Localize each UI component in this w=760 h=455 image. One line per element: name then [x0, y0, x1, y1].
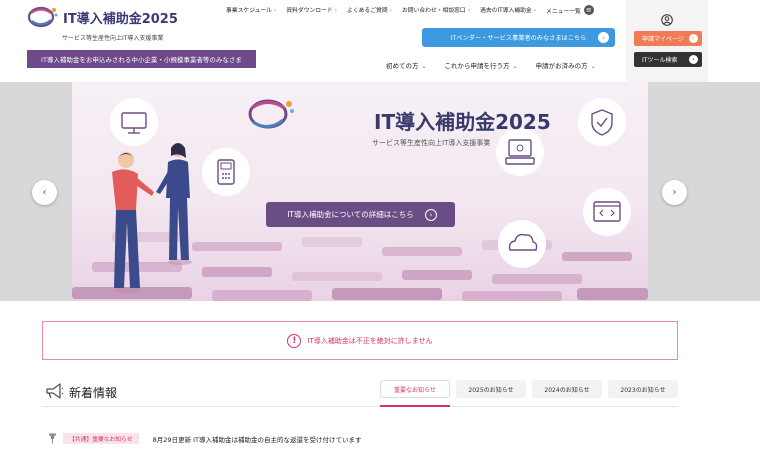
news-heading: 新着情報: [69, 386, 118, 400]
businesswoman-illustration: [156, 143, 192, 265]
fraud-warning-notice[interactable]: ! IT導入補助金は不正を絶対に許しません: [42, 321, 678, 360]
sub-nav-item-applied[interactable]: 申請がお済みの方 ⌄: [536, 60, 596, 70]
shield-check-icon: [578, 98, 626, 146]
payment-terminal-icon: [202, 148, 250, 196]
logo-icon[interactable]: [27, 4, 59, 30]
carousel-next-button[interactable]: ›: [662, 180, 687, 205]
mypage-button[interactable]: 申請マイページ ›: [634, 31, 702, 46]
arrow-right-icon: ›: [689, 34, 698, 43]
hero-banner[interactable]: IT導入補助金2025 サービス等生産性向上IT導入支援事業: [72, 82, 648, 301]
megaphone-icon: [46, 383, 64, 399]
chevron-right-icon: ›: [672, 187, 677, 198]
sub-nav-item-applying[interactable]: これから申請を行う方 ⌄: [445, 60, 518, 70]
logo-subtitle: サービス等生産性向上IT導入支援事業: [62, 35, 164, 42]
top-nav-item-contact[interactable]: お問い合わせ・相談窓口 ›: [402, 5, 470, 15]
hero-title: IT導入補助金2025: [374, 110, 551, 134]
menu-icon: ≡: [583, 5, 594, 15]
carousel-prev-button[interactable]: ‹: [32, 180, 57, 205]
arrow-right-icon: ›: [598, 32, 609, 43]
tab-2023[interactable]: 2023のお知らせ: [608, 380, 678, 398]
arrow-right-icon: ›: [425, 209, 437, 221]
hero-illustration: [72, 98, 648, 301]
code-window-icon: [583, 188, 631, 236]
tab-2024[interactable]: 2024のお知らせ: [532, 380, 602, 398]
menu-list-button[interactable]: メニュー一覧 ≡: [546, 5, 594, 15]
news-item-title[interactable]: 8月29日更新 IT導入補助金は補助金の自主的な返還を受け付けています: [153, 434, 362, 444]
top-nav-item-downloads[interactable]: 資料ダウンロード ›: [286, 5, 337, 15]
hero-details-button[interactable]: IT導入補助金についての詳細はこちら ›: [266, 202, 455, 227]
account-panel: 申請マイページ › ITツール検索 ›: [626, 0, 708, 82]
tabs-divider: [42, 406, 678, 407]
top-nav-item-past[interactable]: 過去のIT導入補助金 ›: [480, 5, 536, 15]
alert-icon: !: [287, 333, 302, 348]
it-tool-search-button[interactable]: ITツール検索 ›: [634, 52, 702, 67]
notice-text: IT導入補助金は不正を絶対に許しません: [307, 336, 433, 345]
news-category-badge: 【共通】重要なお知らせ: [63, 433, 139, 444]
top-nav-item-schedule[interactable]: 事業スケジュール ›: [226, 5, 276, 15]
cloud-icon: [498, 220, 546, 268]
active-tab-indicator: [380, 405, 450, 407]
tab-2025[interactable]: 2025のお知らせ: [456, 380, 526, 398]
top-nav: 事業スケジュール › 資料ダウンロード › よくあるご質問 › お問い合わせ・相談窓口…: [226, 5, 594, 15]
tab-important[interactable]: 重要なお知らせ: [380, 380, 450, 398]
news-tabs: 重要なお知らせ 2025のお知らせ 2024のお知らせ 2023のお知らせ: [380, 380, 678, 398]
pos-register-icon: [496, 128, 544, 176]
pin-icon: [49, 433, 56, 444]
sub-nav: 初めての方 ⌄ これから申請を行う方 ⌄ 申請がお済みの方 ⌄: [386, 60, 596, 70]
top-nav-item-faq[interactable]: よくあるご質問 ›: [347, 5, 392, 15]
arrow-right-icon: ›: [689, 55, 698, 64]
user-icon[interactable]: [661, 14, 673, 26]
vendor-button[interactable]: ITベンダー・サービス事業者のみなさまはこちら ›: [422, 28, 615, 47]
news-list-item[interactable]: 【共通】重要なお知らせ 8月29日更新 IT導入補助金は補助金の自主的な返還を受…: [48, 433, 362, 444]
chevron-left-icon: ‹: [42, 187, 47, 198]
sub-nav-item-first-time[interactable]: 初めての方 ⌄: [386, 60, 427, 70]
monitor-icon: [110, 98, 158, 146]
hero-logo-icon: [248, 99, 294, 129]
hero-subtitle: サービス等生産性向上IT導入支援事業: [372, 139, 491, 147]
site-header: IT導入補助金2025 サービス等生産性向上IT導入支援事業 IT導入補助金をお…: [0, 0, 760, 82]
logo-title[interactable]: IT導入補助金2025: [63, 8, 178, 27]
target-audience-banner: IT導入補助金をお申込みされる中小企業・小規模事業者等のみなさま: [27, 50, 256, 68]
